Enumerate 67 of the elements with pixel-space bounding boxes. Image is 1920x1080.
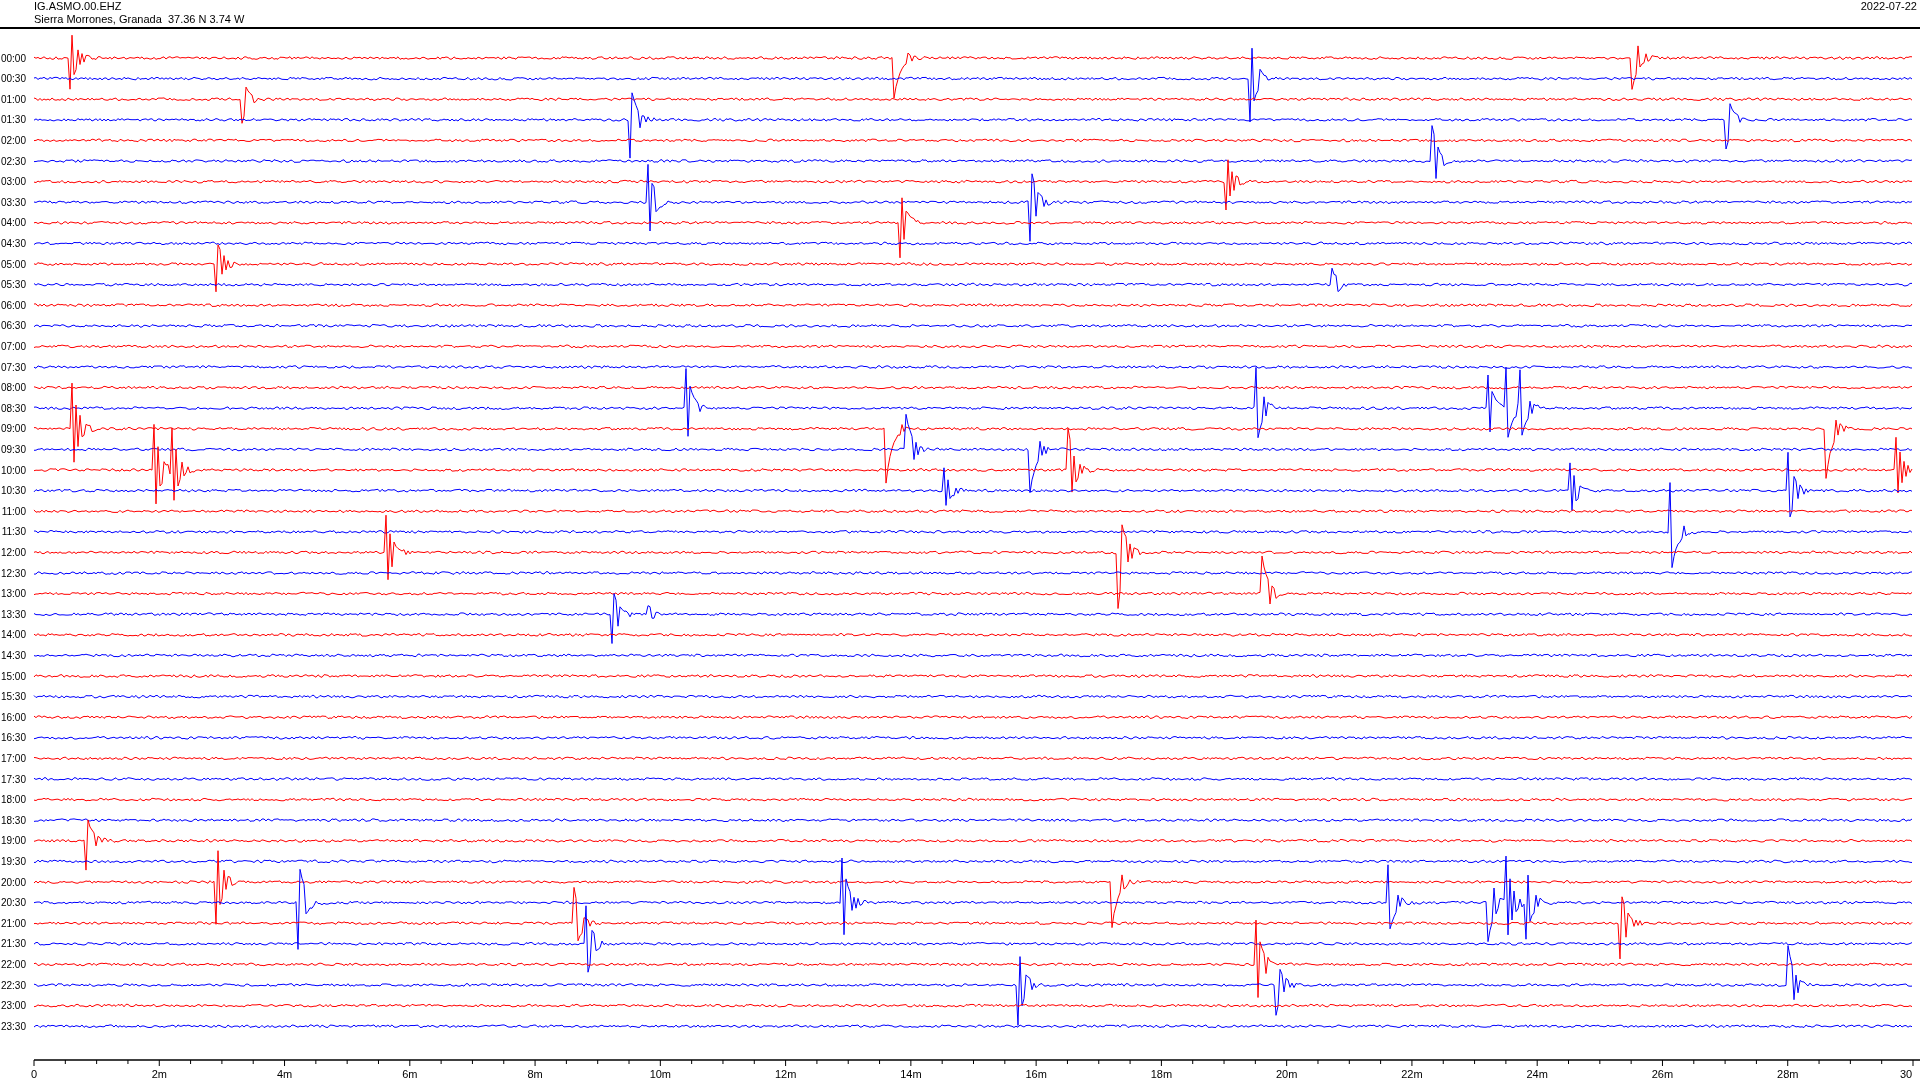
time-label: 05:30 xyxy=(0,279,26,291)
time-label: 22:00 xyxy=(0,958,26,970)
time-label: 07:30 xyxy=(0,361,26,373)
axis-tick-label: 22m xyxy=(1401,1068,1423,1080)
time-label: 19:00 xyxy=(0,835,26,847)
time-label: 21:30 xyxy=(0,938,26,950)
time-label: 16:00 xyxy=(0,711,26,723)
time-label: 03:00 xyxy=(0,176,26,188)
time-label: 08:00 xyxy=(0,382,26,394)
time-label: 18:00 xyxy=(0,794,26,806)
time-label: 20:30 xyxy=(0,897,26,909)
axis-tick-label: 30 xyxy=(1899,1068,1913,1080)
time-label: 00:00 xyxy=(0,52,26,64)
time-label: 11:30 xyxy=(1,526,26,538)
time-label: 02:30 xyxy=(0,155,26,167)
time-label: 00:30 xyxy=(0,73,26,85)
time-label: 01:00 xyxy=(0,93,26,105)
time-label: 14:30 xyxy=(0,649,26,661)
time-label: 11:00 xyxy=(1,505,26,517)
time-label: 04:00 xyxy=(0,217,26,229)
axis-tick-label: 14m xyxy=(900,1068,922,1080)
axis-tick-label: 2m xyxy=(151,1068,167,1080)
time-label: 10:00 xyxy=(0,464,26,476)
axis-tick-label: 10m xyxy=(649,1068,672,1080)
axis-tick-label: 4m xyxy=(276,1068,293,1080)
time-label: 05:00 xyxy=(0,258,26,270)
time-label: 21:00 xyxy=(0,917,26,929)
time-label: 13:00 xyxy=(0,588,26,600)
time-label: 16:30 xyxy=(0,732,26,744)
time-label: 12:00 xyxy=(0,546,26,558)
time-label: 09:00 xyxy=(0,423,26,435)
time-label: 06:00 xyxy=(0,299,26,311)
time-label: 23:30 xyxy=(0,1020,26,1032)
axis-tick-label: 0 xyxy=(30,1068,38,1080)
time-label: 08:30 xyxy=(0,402,26,414)
time-label: 10:30 xyxy=(0,485,26,497)
time-label: 02:00 xyxy=(0,134,26,146)
axis-tick-label: 26m xyxy=(1651,1068,1674,1080)
axis-tick-label: 12m xyxy=(774,1068,797,1080)
time-label: 01:30 xyxy=(0,114,26,126)
time-label: 13:30 xyxy=(0,608,26,620)
axis-tick-label: 6m xyxy=(402,1068,418,1080)
axis-tick-label: 8m xyxy=(527,1068,543,1080)
time-label: 07:00 xyxy=(0,340,26,352)
time-label: 22:30 xyxy=(0,979,26,991)
time-label: 17:00 xyxy=(0,752,26,764)
time-label: 12:30 xyxy=(0,567,26,579)
time-label: 03:30 xyxy=(0,196,26,208)
plot-date: 2022-07-22 xyxy=(1860,0,1917,14)
time-label: 04:30 xyxy=(0,237,26,249)
time-label: 14:00 xyxy=(0,629,26,641)
time-label: 15:00 xyxy=(0,670,26,682)
time-label: 18:30 xyxy=(0,814,26,826)
time-label: 23:00 xyxy=(0,1000,26,1012)
station-code: IG.ASMO.00.EHZ xyxy=(34,0,123,13)
axis-tick-label: 16m xyxy=(1025,1068,1047,1080)
station-location: Sierra Morrones, Granada 37.36 N 3.74 W xyxy=(34,13,245,26)
axis-tick-label: 18m xyxy=(1150,1068,1173,1080)
time-label: 09:30 xyxy=(0,443,26,455)
time-label: 19:30 xyxy=(0,855,26,867)
time-label: 20:00 xyxy=(0,876,26,888)
time-label: 06:30 xyxy=(0,320,26,332)
axis-tick-label: 20m xyxy=(1275,1068,1298,1080)
axis-tick-label: 24m xyxy=(1526,1068,1548,1080)
axis-tick-label: 28m xyxy=(1777,1068,1799,1080)
time-label: 15:30 xyxy=(0,691,26,703)
time-label: 17:30 xyxy=(0,773,26,785)
